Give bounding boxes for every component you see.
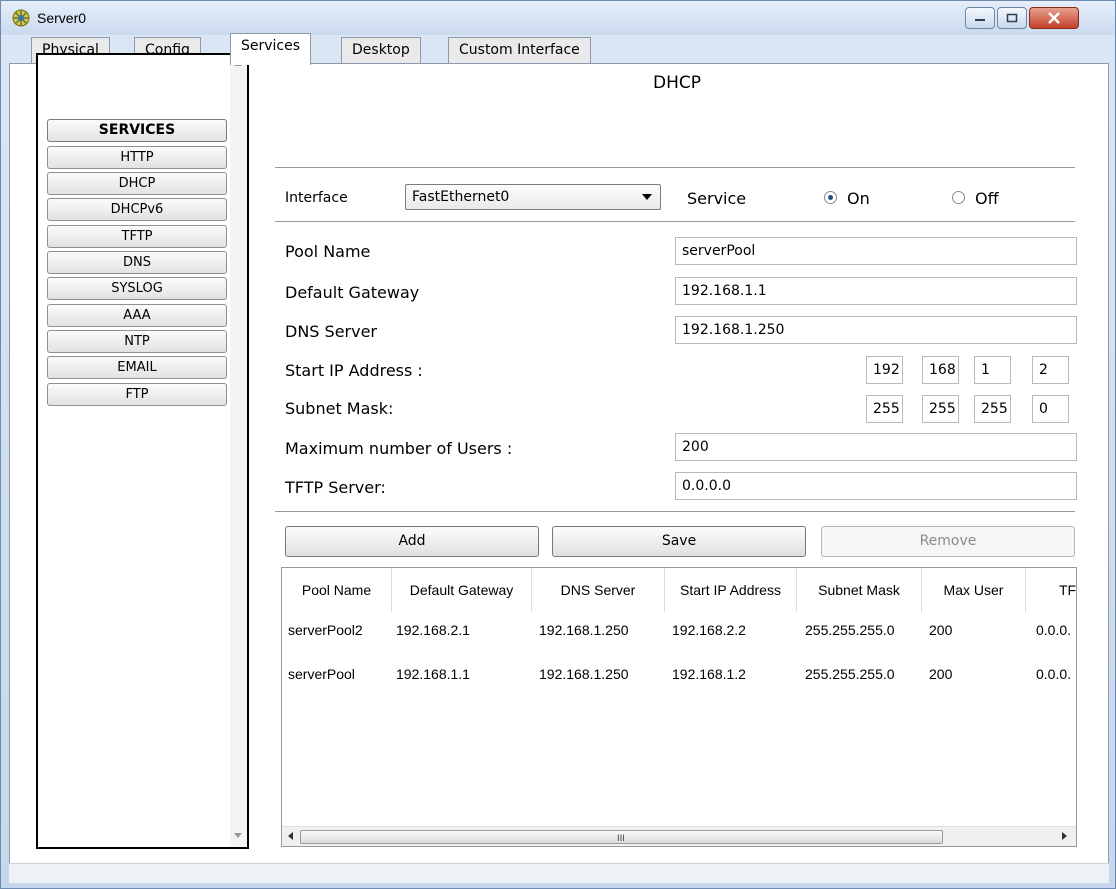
service-item-ftp[interactable]: FTP (47, 383, 227, 406)
subnet-mask-label: Subnet Mask: (285, 399, 394, 418)
subnet-octet-3[interactable]: 255 (974, 395, 1011, 423)
table-cell[interactable]: serverPool (288, 666, 355, 682)
service-off-label: Off (975, 189, 999, 208)
server-app-icon (12, 9, 30, 27)
max-users-label: Maximum number of Users : (285, 439, 513, 458)
maximize-button[interactable] (997, 7, 1027, 29)
service-label: Service (687, 189, 747, 208)
interface-label: Interface (285, 190, 348, 206)
service-item-tftp[interactable]: TFTP (47, 225, 227, 248)
pool-name-input[interactable]: serverPool (675, 237, 1077, 265)
minimize-button[interactable] (965, 7, 995, 29)
default-gateway-label: Default Gateway (285, 283, 420, 302)
services-list: SERVICES HTTP DHCP DHCPv6 TFTP DNS SYSLO… (36, 53, 249, 849)
tab-custom-interface[interactable]: Custom Interface (448, 37, 591, 64)
max-users-input[interactable]: 200 (675, 433, 1077, 461)
divider (275, 167, 1075, 168)
column-header-start-ip[interactable]: Start IP Address (665, 568, 797, 612)
dns-server-label: DNS Server (285, 322, 377, 341)
scrollbar-grip: III (617, 834, 625, 844)
table-cell[interactable]: 200 (929, 666, 952, 682)
table-cell[interactable]: 0.0.0. (1036, 666, 1076, 682)
table-horizontal-scrollbar[interactable]: III (282, 826, 1076, 846)
service-item-ntp[interactable]: NTP (47, 330, 227, 353)
table-cell[interactable]: 192.168.1.250 (539, 666, 629, 682)
title-bar[interactable]: Server0 (1, 1, 1115, 35)
scroll-down-icon[interactable] (234, 833, 242, 838)
dhcp-title: DHCP (653, 73, 701, 93)
service-item-syslog[interactable]: SYSLOG (47, 277, 227, 300)
start-ip-octet-1[interactable]: 192 (866, 356, 903, 384)
close-button[interactable] (1029, 7, 1079, 29)
table-cell[interactable]: 192.168.2.2 (672, 622, 746, 638)
services-scrollbar[interactable] (230, 55, 247, 847)
column-header-default-gateway[interactable]: Default Gateway (392, 568, 532, 612)
service-item-dhcp[interactable]: DHCP (47, 172, 227, 195)
scroll-right-icon[interactable] (1062, 832, 1067, 840)
tab-services[interactable]: Services (230, 33, 312, 65)
scroll-left-icon[interactable] (288, 832, 293, 840)
column-header-max-user[interactable]: Max User (922, 568, 1026, 612)
service-on-label: On (847, 189, 870, 208)
interface-select-value: FastEthernet0 (412, 189, 510, 205)
pool-table: Pool Name Default Gateway DNS Server Sta… (281, 567, 1077, 847)
column-header-tftp[interactable]: TF (1026, 568, 1076, 612)
start-ip-label: Start IP Address : (285, 361, 423, 380)
start-ip-octet-3[interactable]: 1 (974, 356, 1011, 384)
server-window: Server0 Physical Config Services Desktop… (0, 0, 1116, 889)
table-cell[interactable]: 255.255.255.0 (805, 666, 895, 682)
subnet-octet-2[interactable]: 255 (922, 395, 959, 423)
maximize-icon (1006, 13, 1018, 23)
table-cell[interactable]: 192.168.1.250 (539, 622, 629, 638)
table-cell[interactable]: 192.168.1.1 (396, 666, 470, 682)
column-header-subnet-mask[interactable]: Subnet Mask (797, 568, 922, 612)
dns-server-input[interactable]: 192.168.1.250 (675, 316, 1077, 344)
scrollbar-thumb[interactable]: III (300, 830, 943, 844)
services-header-button[interactable]: SERVICES (47, 119, 227, 142)
interface-select[interactable]: FastEthernet0 (405, 184, 661, 210)
column-header-pool-name[interactable]: Pool Name (282, 568, 392, 612)
table-cell[interactable]: serverPool2 (288, 622, 363, 638)
close-icon (1048, 12, 1060, 24)
save-button[interactable]: Save (552, 526, 806, 557)
service-item-dhcpv6[interactable]: DHCPv6 (47, 198, 227, 221)
table-cell[interactable]: 0.0.0. (1036, 622, 1076, 638)
start-ip-octet-2[interactable]: 168 (922, 356, 959, 384)
subnet-octet-4[interactable]: 0 (1032, 395, 1069, 423)
add-button[interactable]: Add (285, 526, 539, 557)
table-cell[interactable]: 200 (929, 622, 952, 638)
divider (275, 221, 1075, 222)
table-cell[interactable]: 192.168.2.1 (396, 622, 470, 638)
remove-button[interactable]: Remove (821, 526, 1075, 557)
divider (275, 511, 1075, 512)
service-item-aaa[interactable]: AAA (47, 304, 227, 327)
service-item-http[interactable]: HTTP (47, 146, 227, 169)
minimize-icon (975, 19, 985, 21)
default-gateway-input[interactable]: 192.168.1.1 (675, 277, 1077, 305)
column-header-dns-server[interactable]: DNS Server (532, 568, 665, 612)
service-item-dns[interactable]: DNS (47, 251, 227, 274)
tftp-server-label: TFTP Server: (285, 478, 386, 497)
service-off-radio[interactable] (952, 191, 965, 204)
tftp-server-input[interactable]: 0.0.0.0 (675, 472, 1077, 500)
service-item-email[interactable]: EMAIL (47, 356, 227, 379)
start-ip-octet-4[interactable]: 2 (1032, 356, 1069, 384)
subnet-octet-1[interactable]: 255 (866, 395, 903, 423)
pool-name-label: Pool Name (285, 242, 371, 261)
chevron-down-icon (642, 194, 652, 200)
window-title: Server0 (37, 10, 87, 26)
status-strip (9, 863, 1109, 883)
tab-desktop[interactable]: Desktop (341, 37, 421, 64)
table-cell[interactable]: 192.168.1.2 (672, 666, 746, 682)
table-cell[interactable]: 255.255.255.0 (805, 622, 895, 638)
service-on-radio[interactable] (824, 191, 837, 204)
